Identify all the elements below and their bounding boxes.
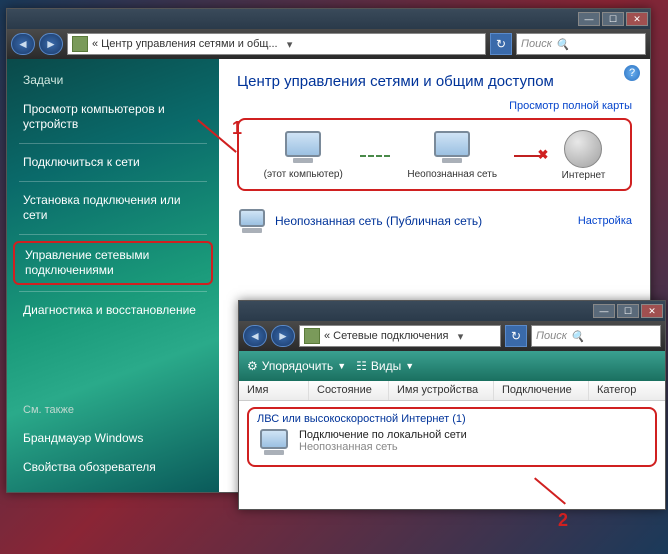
computer-icon xyxy=(237,209,267,233)
address-bar[interactable]: « Сетевые подключения ▾ xyxy=(299,325,501,347)
connection-icon xyxy=(257,429,291,457)
sidebar: Задачи Просмотр компьютеров и устройств … xyxy=(7,59,219,492)
col-device[interactable]: Имя устройства xyxy=(389,381,494,400)
search-input[interactable]: Поиск 🔍 xyxy=(516,33,646,55)
forward-button[interactable]: ► xyxy=(39,33,63,55)
network-connections-window: — ☐ ✕ ◄ ► « Сетевые подключения ▾ ↻ Поис… xyxy=(238,300,666,510)
network-icon xyxy=(304,328,320,344)
sidebar-item-setup[interactable]: Установка подключения или сети xyxy=(7,186,219,230)
gear-icon: ⚙ xyxy=(247,359,258,373)
search-icon: 🔍 xyxy=(571,330,585,343)
network-map: (этот компьютер) Неопознанная сеть Интер… xyxy=(237,118,632,191)
address-dropdown-icon[interactable]: ▾ xyxy=(452,330,468,343)
computer-icon xyxy=(281,131,325,167)
address-text: « Центр управления сетями и общ... xyxy=(92,38,278,50)
node-label: Неопознанная сеть xyxy=(407,169,497,180)
refresh-button[interactable]: ↻ xyxy=(490,33,512,55)
connection-group: ЛВС или высокоскоростной Интернет (1) По… xyxy=(247,407,657,467)
broken-connection-line xyxy=(514,155,544,157)
sidebar-footer: См. также Брандмауэр Windows Свойства об… xyxy=(7,394,219,482)
customize-link[interactable]: Настройка xyxy=(578,215,632,227)
divider xyxy=(19,181,207,182)
address-dropdown-icon[interactable]: ▾ xyxy=(282,38,298,51)
list-body: ЛВС или высокоскоростной Интернет (1) По… xyxy=(239,401,665,509)
search-placeholder: Поиск xyxy=(536,330,567,342)
back-button[interactable]: ◄ xyxy=(243,325,267,347)
close-button[interactable]: ✕ xyxy=(626,12,648,26)
views-label: Виды xyxy=(371,359,401,373)
computer-icon xyxy=(430,131,474,167)
connection-item[interactable]: Подключение по локальной сети Неопознанн… xyxy=(257,429,647,457)
sidebar-item-connect[interactable]: Подключиться к сети xyxy=(7,148,219,177)
search-input[interactable]: Поиск 🔍 xyxy=(531,325,661,347)
maximize-button[interactable]: ☐ xyxy=(602,12,624,26)
chevron-down-icon: ▼ xyxy=(405,361,414,371)
node-internet: Интернет xyxy=(562,130,606,181)
connection-status: Неопознанная сеть xyxy=(299,441,467,453)
titlebar: — ☐ ✕ xyxy=(7,9,650,29)
organize-label: Упорядочить xyxy=(262,359,333,373)
divider xyxy=(19,234,207,235)
minimize-button[interactable]: — xyxy=(593,304,615,318)
node-this-computer: (этот компьютер) xyxy=(264,131,343,180)
col-cat[interactable]: Категор xyxy=(589,381,665,400)
sidebar-foot-browser[interactable]: Свойства обозревателя xyxy=(7,453,219,482)
chevron-down-icon: ▼ xyxy=(337,361,346,371)
column-header: Имя Состояние Имя устройства Подключение… xyxy=(239,381,665,401)
views-icon: ☷ xyxy=(356,359,367,373)
callout-2: 2 xyxy=(558,510,568,531)
sidebar-item-manage-connections[interactable]: Управление сетевыми подключениями xyxy=(13,241,213,285)
navbar: ◄ ► « Сетевые подключения ▾ ↻ Поиск 🔍 xyxy=(239,321,665,351)
maximize-button[interactable]: ☐ xyxy=(617,304,639,318)
connection-line xyxy=(360,155,390,157)
network-icon xyxy=(72,36,88,52)
page-title: Центр управления сетями и общим доступом xyxy=(237,73,632,90)
navbar: ◄ ► « Центр управления сетями и общ... ▾… xyxy=(7,29,650,59)
help-icon[interactable]: ? xyxy=(624,65,640,81)
node-unknown-network: Неопознанная сеть xyxy=(407,131,497,180)
back-button[interactable]: ◄ xyxy=(11,33,35,55)
divider xyxy=(19,143,207,144)
sidebar-item-diagnose[interactable]: Диагностика и восстановление xyxy=(7,296,219,325)
address-bar[interactable]: « Центр управления сетями и общ... ▾ xyxy=(67,33,486,55)
toolbar: ⚙ Упорядочить ▼ ☷ Виды ▼ xyxy=(239,351,665,381)
sidebar-foot-firewall[interactable]: Брандмауэр Windows xyxy=(7,424,219,453)
col-state[interactable]: Состояние xyxy=(309,381,389,400)
minimize-button[interactable]: — xyxy=(578,12,600,26)
sidebar-foot-heading: См. также xyxy=(7,404,219,424)
address-text: « Сетевые подключения xyxy=(324,330,448,342)
organize-menu[interactable]: ⚙ Упорядочить ▼ xyxy=(247,359,346,373)
search-placeholder: Поиск xyxy=(521,38,552,50)
search-icon: 🔍 xyxy=(556,38,570,51)
node-label: Интернет xyxy=(562,170,606,181)
globe-icon xyxy=(564,130,602,168)
network-row-label: Неопознанная сеть (Публичная сеть) xyxy=(275,214,482,228)
divider xyxy=(19,291,207,292)
full-map-link[interactable]: Просмотр полной карты xyxy=(237,100,632,112)
connection-name: Подключение по локальной сети xyxy=(299,429,467,441)
callout-1: 1 xyxy=(232,118,242,139)
views-menu[interactable]: ☷ Виды ▼ xyxy=(356,359,414,373)
close-button[interactable]: ✕ xyxy=(641,304,663,318)
titlebar: — ☐ ✕ xyxy=(239,301,665,321)
refresh-button[interactable]: ↻ xyxy=(505,325,527,347)
connection-text: Подключение по локальной сети Неопознанн… xyxy=(299,429,467,453)
col-conn[interactable]: Подключение xyxy=(494,381,589,400)
sidebar-item-computers[interactable]: Просмотр компьютеров и устройств xyxy=(7,95,219,139)
node-label: (этот компьютер) xyxy=(264,169,343,180)
network-row: Неопознанная сеть (Публичная сеть) Настр… xyxy=(237,209,632,233)
col-name[interactable]: Имя xyxy=(239,381,309,400)
group-title[interactable]: ЛВС или высокоскоростной Интернет (1) xyxy=(257,413,647,425)
forward-button[interactable]: ► xyxy=(271,325,295,347)
sidebar-heading: Задачи xyxy=(7,73,219,95)
